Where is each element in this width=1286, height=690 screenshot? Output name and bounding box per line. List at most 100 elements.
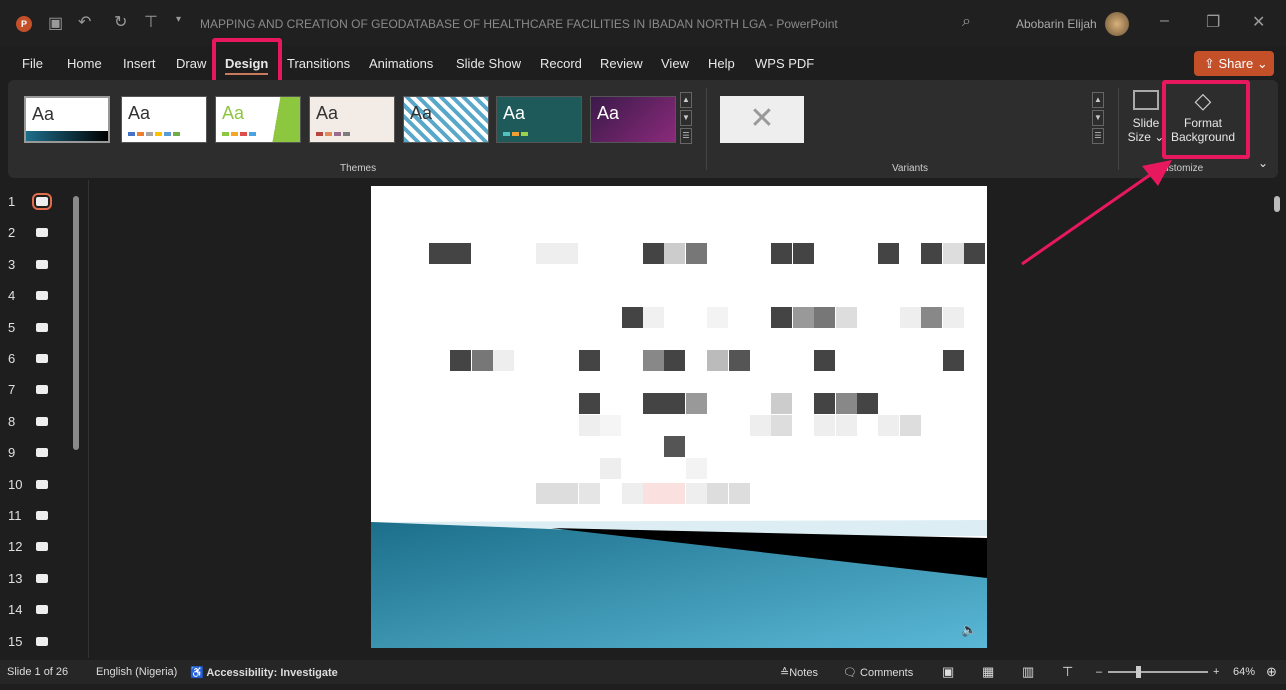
tab-file[interactable]: File [22, 56, 43, 71]
theme-5[interactable]: Aa [403, 96, 489, 143]
reading-view-icon[interactable]: ▥ [1022, 664, 1034, 680]
zoom-out-icon[interactable]: – [1096, 666, 1102, 678]
slide-thumbnail-number[interactable]: 2 [8, 225, 15, 240]
notes-button[interactable]: ≙Notes [780, 666, 818, 679]
slide-thumbnail[interactable] [36, 479, 48, 489]
slide-thumbnail[interactable] [36, 228, 48, 238]
close-icon[interactable]: ✕ [1252, 12, 1265, 32]
slide-thumbnail[interactable] [36, 416, 48, 426]
slide-sorter-icon[interactable]: ▦ [982, 664, 994, 680]
redo-icon[interactable]: ↻ [114, 12, 127, 32]
collapse-ribbon-icon[interactable]: ⌄ [1258, 156, 1268, 170]
blurred-text-block [643, 483, 664, 504]
slide-thumbnail-number[interactable]: 9 [8, 445, 15, 460]
tab-draw[interactable]: Draw [176, 56, 206, 71]
search-icon[interactable]: ⌕ [962, 13, 971, 31]
blurred-text-block [899, 307, 921, 328]
annotation-arrow [1021, 160, 1172, 266]
tab-help[interactable]: Help [708, 56, 735, 71]
tab-wps-pdf[interactable]: WPS PDF [755, 56, 814, 71]
user-name[interactable]: Abobarin Elijah [1016, 17, 1097, 31]
slide-thumbnail[interactable] [36, 354, 48, 363]
slide-thumbnail[interactable] [36, 636, 48, 646]
slide-thumbnail[interactable] [36, 511, 48, 520]
theme-2[interactable]: Aa [121, 96, 207, 143]
slide-thumbnail-number[interactable]: 15 [8, 634, 22, 649]
slide-thumbnail-number[interactable]: 11 [8, 508, 22, 523]
blurred-text-block [835, 393, 857, 414]
slide-thumbnail-number[interactable]: 10 [8, 477, 22, 492]
slide-thumbnail-number[interactable]: 7 [8, 382, 15, 397]
slide-thumbnail[interactable] [36, 385, 48, 395]
slide-thumbnail-number[interactable]: 4 [8, 288, 15, 303]
slide-size-label: Slide [1132, 116, 1160, 130]
themes-scroll-up[interactable]: ▲ [680, 92, 692, 108]
themes-group-label: Themes [340, 163, 377, 174]
share-button[interactable]: ⇪ Share ⌄ [1194, 51, 1274, 76]
avatar[interactable] [1105, 12, 1129, 36]
slide-thumbnail-number[interactable]: 12 [8, 539, 22, 554]
present-icon[interactable]: ⊤ [144, 12, 158, 32]
theme-3[interactable]: Aa [215, 96, 301, 143]
slide-thumbnail[interactable] [36, 322, 48, 332]
language[interactable]: English (Nigeria) [96, 666, 177, 678]
variants-more[interactable]: ☰ [1092, 128, 1104, 144]
fit-to-window-icon[interactable]: ⊕ [1266, 664, 1277, 680]
tab-view[interactable]: View [661, 56, 689, 71]
restore-icon[interactable]: ❐ [1206, 12, 1220, 32]
variants-scroll-down[interactable]: ▼ [1092, 110, 1104, 126]
thumbnail-scrollbar[interactable] [73, 196, 79, 450]
blurred-text-block [578, 483, 600, 504]
slide-canvas[interactable]: 🔈 [371, 186, 987, 648]
tab-animations[interactable]: Animations [369, 56, 433, 71]
zoom-in-icon[interactable]: + [1213, 666, 1219, 678]
variant-blank[interactable]: ✕ [720, 96, 804, 143]
theme-7[interactable]: Aa [590, 96, 676, 143]
tab-insert[interactable]: Insert [123, 56, 156, 71]
theme-6[interactable]: Aa [496, 96, 582, 143]
accessibility-status[interactable]: ♿ Accessibility: Investigate [190, 666, 338, 679]
theme-4[interactable]: Aa [309, 96, 395, 143]
slide-size-button[interactable]: Slide Size ⌄ [1126, 90, 1166, 144]
blurred-text-block [493, 350, 515, 371]
slide-thumbnail[interactable] [36, 448, 48, 458]
title-bar: P ▣ ↶ ↻ ⊤ ▾ MAPPING AND CREATION OF GEOD… [0, 0, 1286, 46]
slide-thumbnail-number[interactable]: 6 [8, 351, 15, 366]
slide-thumbnail[interactable] [32, 193, 52, 210]
variants-scroll-up[interactable]: ▲ [1092, 92, 1104, 108]
tab-review[interactable]: Review [600, 56, 643, 71]
theme-office[interactable]: Aa [24, 96, 110, 143]
customize-toolbar-icon[interactable]: ▾ [176, 14, 181, 25]
normal-view-icon[interactable]: ▣ [942, 664, 954, 680]
tab-record[interactable]: Record [540, 56, 582, 71]
slide-thumbnail[interactable] [36, 259, 48, 269]
slide-thumbnail-number[interactable]: 5 [8, 320, 15, 335]
slideshow-icon[interactable]: ⊤ [1062, 664, 1073, 680]
undo-icon[interactable]: ↶ [78, 12, 91, 32]
themes-more[interactable]: ☰ [680, 128, 692, 144]
ribbon-tabs: File Home Insert Draw Design Transitions… [0, 48, 1286, 80]
slide-thumbnail-number[interactable]: 13 [8, 571, 22, 586]
slide-thumbnail[interactable] [36, 573, 48, 583]
zoom-slider[interactable] [1108, 666, 1208, 678]
slide-thumbnail-number[interactable]: 3 [8, 257, 15, 272]
blurred-text-block [664, 243, 686, 264]
tab-transitions[interactable]: Transitions [287, 56, 350, 71]
slide-thumbnail[interactable] [36, 605, 48, 615]
themes-scroll-down[interactable]: ▼ [680, 110, 692, 126]
slide-thumbnail-number[interactable]: 8 [8, 414, 15, 429]
tab-slide-show[interactable]: Slide Show [456, 56, 521, 71]
audio-icon[interactable]: 🔈 [961, 622, 977, 638]
slide-thumbnail-number[interactable]: 1 [8, 194, 15, 209]
slide-thumbnail-number[interactable]: 14 [8, 602, 22, 617]
slide-thumbnail[interactable] [36, 542, 48, 552]
zoom-level[interactable]: 64% [1233, 666, 1255, 678]
slide-thumbnail[interactable] [36, 291, 48, 301]
save-icon[interactable]: ▣ [48, 13, 63, 33]
tab-home[interactable]: Home [67, 56, 102, 71]
minimize-icon[interactable]: – [1160, 12, 1169, 30]
editor-scrollbar[interactable] [1274, 196, 1280, 212]
comments-button[interactable]: 🗨 Comments [843, 666, 913, 679]
blurred-text-block [728, 350, 750, 371]
blurred-text-block [643, 393, 664, 414]
